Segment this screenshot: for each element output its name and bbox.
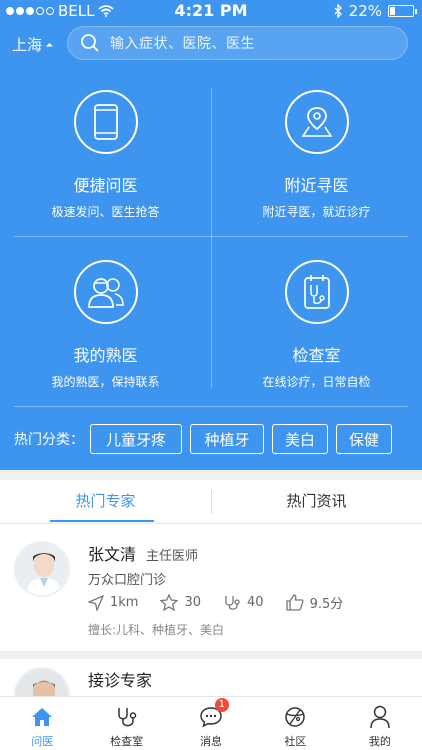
tabbar-label: 消息 [200,735,223,748]
search-input[interactable]: 输入症状、医院、医生 [67,26,408,60]
tab-hot-experts[interactable]: 热门专家 [0,480,211,524]
hot-categories-label: 热门分类： [14,432,84,448]
map-pin-icon [301,107,332,137]
service-subtitle: 在线诊疗，日常自检 [262,375,371,389]
doctor-name: 接诊专家 [88,671,153,690]
favorites-stat: 30 [160,594,201,611]
star-icon [160,594,179,611]
tabbar-label: 检查室 [110,735,144,748]
favorites-value: 30 [184,595,202,610]
consults-stat: 40 [223,594,264,611]
tabbar-item-consult[interactable]: 问医 [0,697,84,750]
phone-icon [93,104,118,140]
service-title: 附近寻医 [284,176,349,195]
home-icon [32,708,53,726]
stethoscope-icon [225,596,240,610]
doctor-card[interactable]: 张文清 主任医师 万众口腔门诊 1km 30 40 9.5分 擅长:儿科、种植牙… [0,525,422,651]
doctor-stats: 1km 30 40 9.5分 [88,593,365,612]
tab-hot-news[interactable]: 热门资讯 [211,480,422,524]
service-exam-room[interactable]: 检查室 在线诊疗，日常自检 [211,260,422,430]
thumbs-up-icon [285,594,304,611]
tabbar-item-profile[interactable]: 我的 [338,697,422,750]
stethoscope-icon [117,708,136,727]
doctor-specialty: 擅长:儿科、种植牙、美白 [88,623,225,637]
service-subtitle: 我的熟医，保持联系 [51,375,160,389]
bluetooth-icon [334,4,342,18]
avatar [14,667,70,696]
doctor-name: 张文清 [88,545,137,564]
score-stat: 9.5分 [285,593,344,612]
category-tag[interactable]: 美白 [272,424,328,454]
distance-value: 1km [110,595,139,610]
status-bar: BELL 4:21 PM 22% [0,0,422,22]
battery-icon [388,5,417,17]
bottom-tab-bar: 问医 检查室 1 消息 社区 我的 [0,696,422,750]
tab-indicator [50,520,154,522]
consults-value: 40 [247,595,264,610]
services-grid: 便捷问医 极速发问、医生抢答 附近寻医 附近寻医，就近诊疗 我的熟医 我的熟医，… [0,66,422,407]
category-tag[interactable]: 种植牙 [190,424,264,454]
category-tag[interactable]: 儿童牙疼 [90,424,182,454]
doctors-icon [87,278,124,308]
header-panel: BELL 4:21 PM 22% 上海 输入症状、医院、医生 便捷问医 极速发问… [0,0,422,470]
search-placeholder: 输入症状、医院、医生 [110,36,255,52]
tabbar-label: 社区 [284,735,307,748]
city-selector[interactable]: 上海 [12,34,42,55]
stethoscope-icon [303,275,330,309]
tabbar-item-messages[interactable]: 1 消息 [169,697,253,750]
tabbar-label: 我的 [368,735,391,748]
service-quick-consult[interactable]: 便捷问医 极速发问、医生抢答 [0,90,211,260]
service-title: 我的熟医 [73,346,138,365]
distance-stat: 1km [88,594,139,611]
doctor-title: 主任医师 [146,549,199,564]
search-icon [81,34,99,52]
service-title: 便捷问医 [73,176,138,195]
service-subtitle: 极速发问、医生抢答 [51,205,160,219]
community-icon [285,707,306,727]
user-icon [370,705,390,729]
service-subtitle: 附近寻医，就近诊疗 [262,205,371,219]
battery-percent: 22% [348,2,382,20]
doctor-hospital: 万众口腔门诊 [88,573,167,588]
service-my-doctors[interactable]: 我的熟医 我的熟医，保持联系 [0,260,211,430]
hot-categories: 热门分类： 儿童牙疼 种植牙 美白 保健 [0,422,422,456]
score-value: 9.5分 [309,597,344,612]
service-title: 检查室 [292,346,341,365]
chevron-down-icon [45,42,54,51]
message-badge: 1 [214,698,229,712]
category-tag[interactable]: 保健 [336,424,392,454]
location-arrow-icon [88,594,104,611]
tabbar-label: 问医 [31,735,54,748]
tabbar-item-exam[interactable]: 检查室 [84,697,168,750]
doctor-card[interactable]: 接诊专家 [0,659,422,696]
avatar [14,541,70,597]
tabbar-item-community[interactable]: 社区 [253,697,337,750]
doctor-name-row: 张文清 主任医师 [88,541,198,565]
service-nearby-doctor[interactable]: 附近寻医 附近寻医，就近诊疗 [211,90,422,260]
content-tabs: 热门专家 热门资讯 [0,480,422,524]
